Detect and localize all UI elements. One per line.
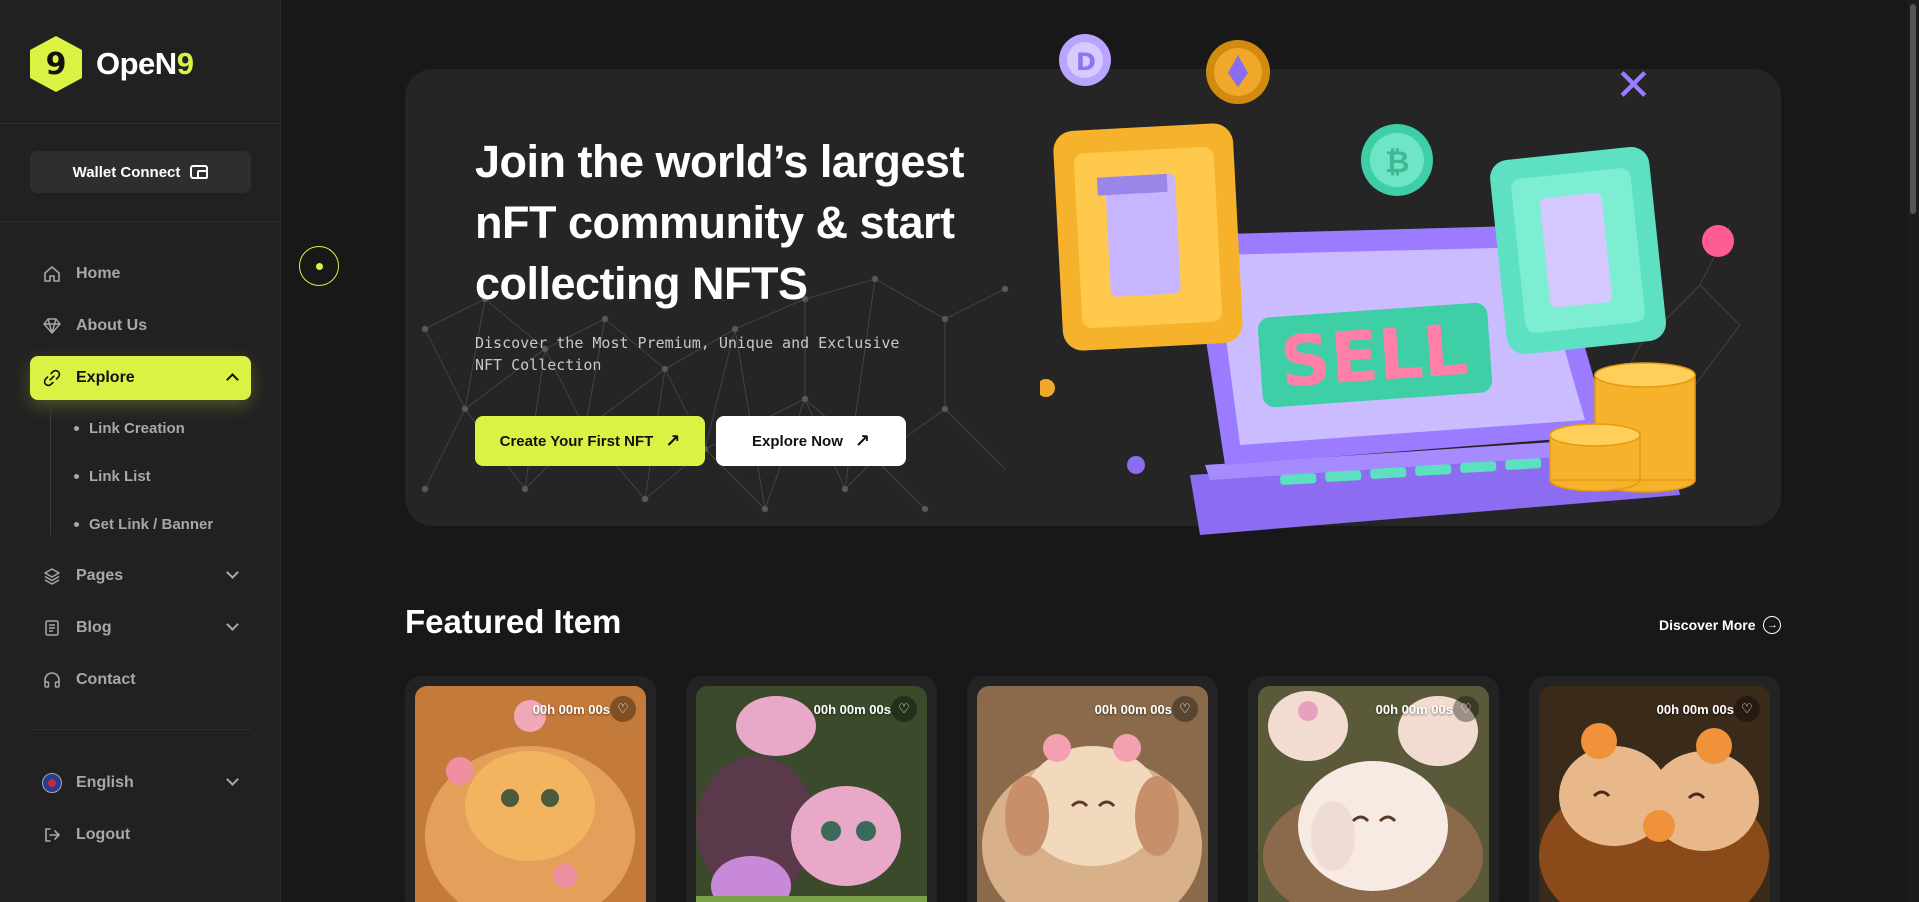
- bullet-icon: [74, 426, 79, 431]
- logo-hex-icon: 9: [30, 36, 82, 92]
- sidebar-item-label: Contact: [76, 671, 136, 688]
- sidebar-item-contact[interactable]: Contact: [30, 658, 251, 702]
- nft-card[interactable]: 00h 00m 00s ♡: [967, 676, 1218, 902]
- diamond-icon: [42, 316, 62, 336]
- sidebar-item-pages[interactable]: Pages: [30, 554, 251, 598]
- submenu-item-label: Get Link / Banner: [89, 516, 214, 533]
- nft-image: [1258, 686, 1489, 902]
- divider: [30, 729, 251, 730]
- explore-now-button[interactable]: Explore Now ↗: [716, 416, 906, 466]
- heart-icon[interactable]: ♡: [1172, 696, 1198, 722]
- logo[interactable]: 9 OpeN9: [30, 36, 194, 92]
- arrow-up-right-icon: ↗: [854, 430, 870, 451]
- nft-image: [1539, 686, 1770, 902]
- sell-text: SELL: [1277, 309, 1470, 404]
- submenu-item-link-creation[interactable]: Link Creation: [74, 420, 185, 437]
- heart-icon[interactable]: ♡: [891, 696, 917, 722]
- headphones-icon: [42, 670, 62, 690]
- document-icon: [42, 618, 62, 638]
- sidebar-item-explore[interactable]: Explore: [30, 356, 251, 400]
- countdown-timer: 00h 00m 00s: [1656, 702, 1734, 717]
- wallet-connect-button[interactable]: Wallet Connect: [30, 151, 251, 193]
- divider: [0, 221, 281, 222]
- nft-image: [977, 686, 1208, 902]
- countdown-timer: 00h 00m 00s: [1375, 702, 1453, 717]
- countdown-timer: 00h 00m 00s: [532, 702, 610, 717]
- hero-subtitle: Discover the Most Premium, Unique and Ex…: [475, 334, 900, 374]
- submenu-item-get-link-banner[interactable]: Get Link / Banner: [74, 516, 213, 533]
- scroll-indicator: [299, 246, 339, 286]
- discover-more-label: Discover More: [1659, 617, 1756, 633]
- layers-icon: [42, 566, 62, 586]
- submenu-item-label: Link Creation: [89, 420, 185, 437]
- sidebar-item-label: About Us: [76, 317, 148, 334]
- scrollbar-thumb[interactable]: [1910, 4, 1916, 214]
- arrow-right-icon: →: [1763, 616, 1782, 634]
- countdown-timer: 00h 00m 00s: [813, 702, 891, 717]
- nft-card[interactable]: 00h 00m 00s ♡: [405, 676, 656, 902]
- nft-image: [696, 686, 927, 902]
- logo-text: OpeN9: [96, 46, 194, 82]
- heart-icon[interactable]: ♡: [1453, 696, 1479, 722]
- submenu-item-label: Link List: [89, 468, 151, 485]
- logo-text-main: OpeN: [96, 46, 177, 81]
- countdown-timer: 00h 00m 00s: [1094, 702, 1172, 717]
- language-selector[interactable]: English: [30, 761, 251, 805]
- submenu-item-link-list[interactable]: Link List: [74, 468, 151, 485]
- heart-icon[interactable]: ♡: [610, 696, 636, 722]
- wallet-connect-label: Wallet Connect: [72, 163, 181, 181]
- chevron-down-icon: [226, 618, 239, 631]
- chevron-down-icon: [226, 773, 239, 786]
- nft-card[interactable]: 00h 00m 00s ♡: [1248, 676, 1499, 902]
- logo-text-accent: 9: [176, 46, 194, 81]
- bullet-icon: [74, 474, 79, 479]
- svg-text:D: D: [1076, 48, 1096, 76]
- nft-card[interactable]: 00h 00m 00s ♡: [686, 676, 937, 902]
- sidebar: 9 OpeN9 Wallet Connect Home About Us Exp…: [0, 0, 281, 902]
- link-icon: [42, 368, 62, 388]
- arrow-up-right-icon: ↗: [665, 430, 681, 451]
- submenu-line: [50, 410, 51, 535]
- chevron-up-icon: [226, 373, 239, 386]
- wallet-icon: [190, 165, 209, 179]
- nft-illustration: SELL D ₿ ✕: [1040, 34, 1741, 535]
- page-scrollbar[interactable]: [1907, 0, 1919, 902]
- divider: [0, 123, 281, 124]
- bullet-icon: [74, 522, 79, 527]
- nft-image: [415, 686, 646, 902]
- hero-title: Join the world’s largest nFT community &…: [475, 136, 964, 309]
- flag-icon: [42, 773, 62, 793]
- explore-now-label: Explore Now: [752, 432, 843, 450]
- chevron-down-icon: [226, 566, 239, 579]
- sidebar-item-blog[interactable]: Blog: [30, 606, 251, 650]
- heart-icon[interactable]: ♡: [1734, 696, 1760, 722]
- sidebar-item-label: Explore: [76, 369, 135, 386]
- logout-button[interactable]: Logout: [30, 813, 251, 857]
- sidebar-item-home[interactable]: Home: [30, 252, 251, 296]
- svg-text:✕: ✕: [1615, 60, 1652, 111]
- home-icon: [42, 264, 62, 284]
- logout-icon: [42, 825, 62, 845]
- sidebar-item-about-us[interactable]: About Us: [30, 304, 251, 348]
- svg-text:₿: ₿: [1385, 145, 1409, 180]
- featured-title: Featured Item: [405, 603, 622, 640]
- sidebar-item-label: Home: [76, 265, 121, 282]
- app-root: 9 OpeN9 Wallet Connect Home About Us Exp…: [0, 0, 1919, 902]
- create-nft-button[interactable]: Create Your First NFT ↗: [475, 416, 705, 466]
- sidebar-item-label: Pages: [76, 567, 124, 584]
- language-label: English: [76, 774, 134, 791]
- logout-label: Logout: [76, 826, 131, 843]
- create-nft-label: Create Your First NFT: [499, 432, 654, 450]
- sidebar-item-label: Blog: [76, 619, 112, 636]
- discover-more-link[interactable]: Discover More →: [1659, 616, 1782, 634]
- nft-card[interactable]: 00h 00m 00s ♡: [1529, 676, 1780, 902]
